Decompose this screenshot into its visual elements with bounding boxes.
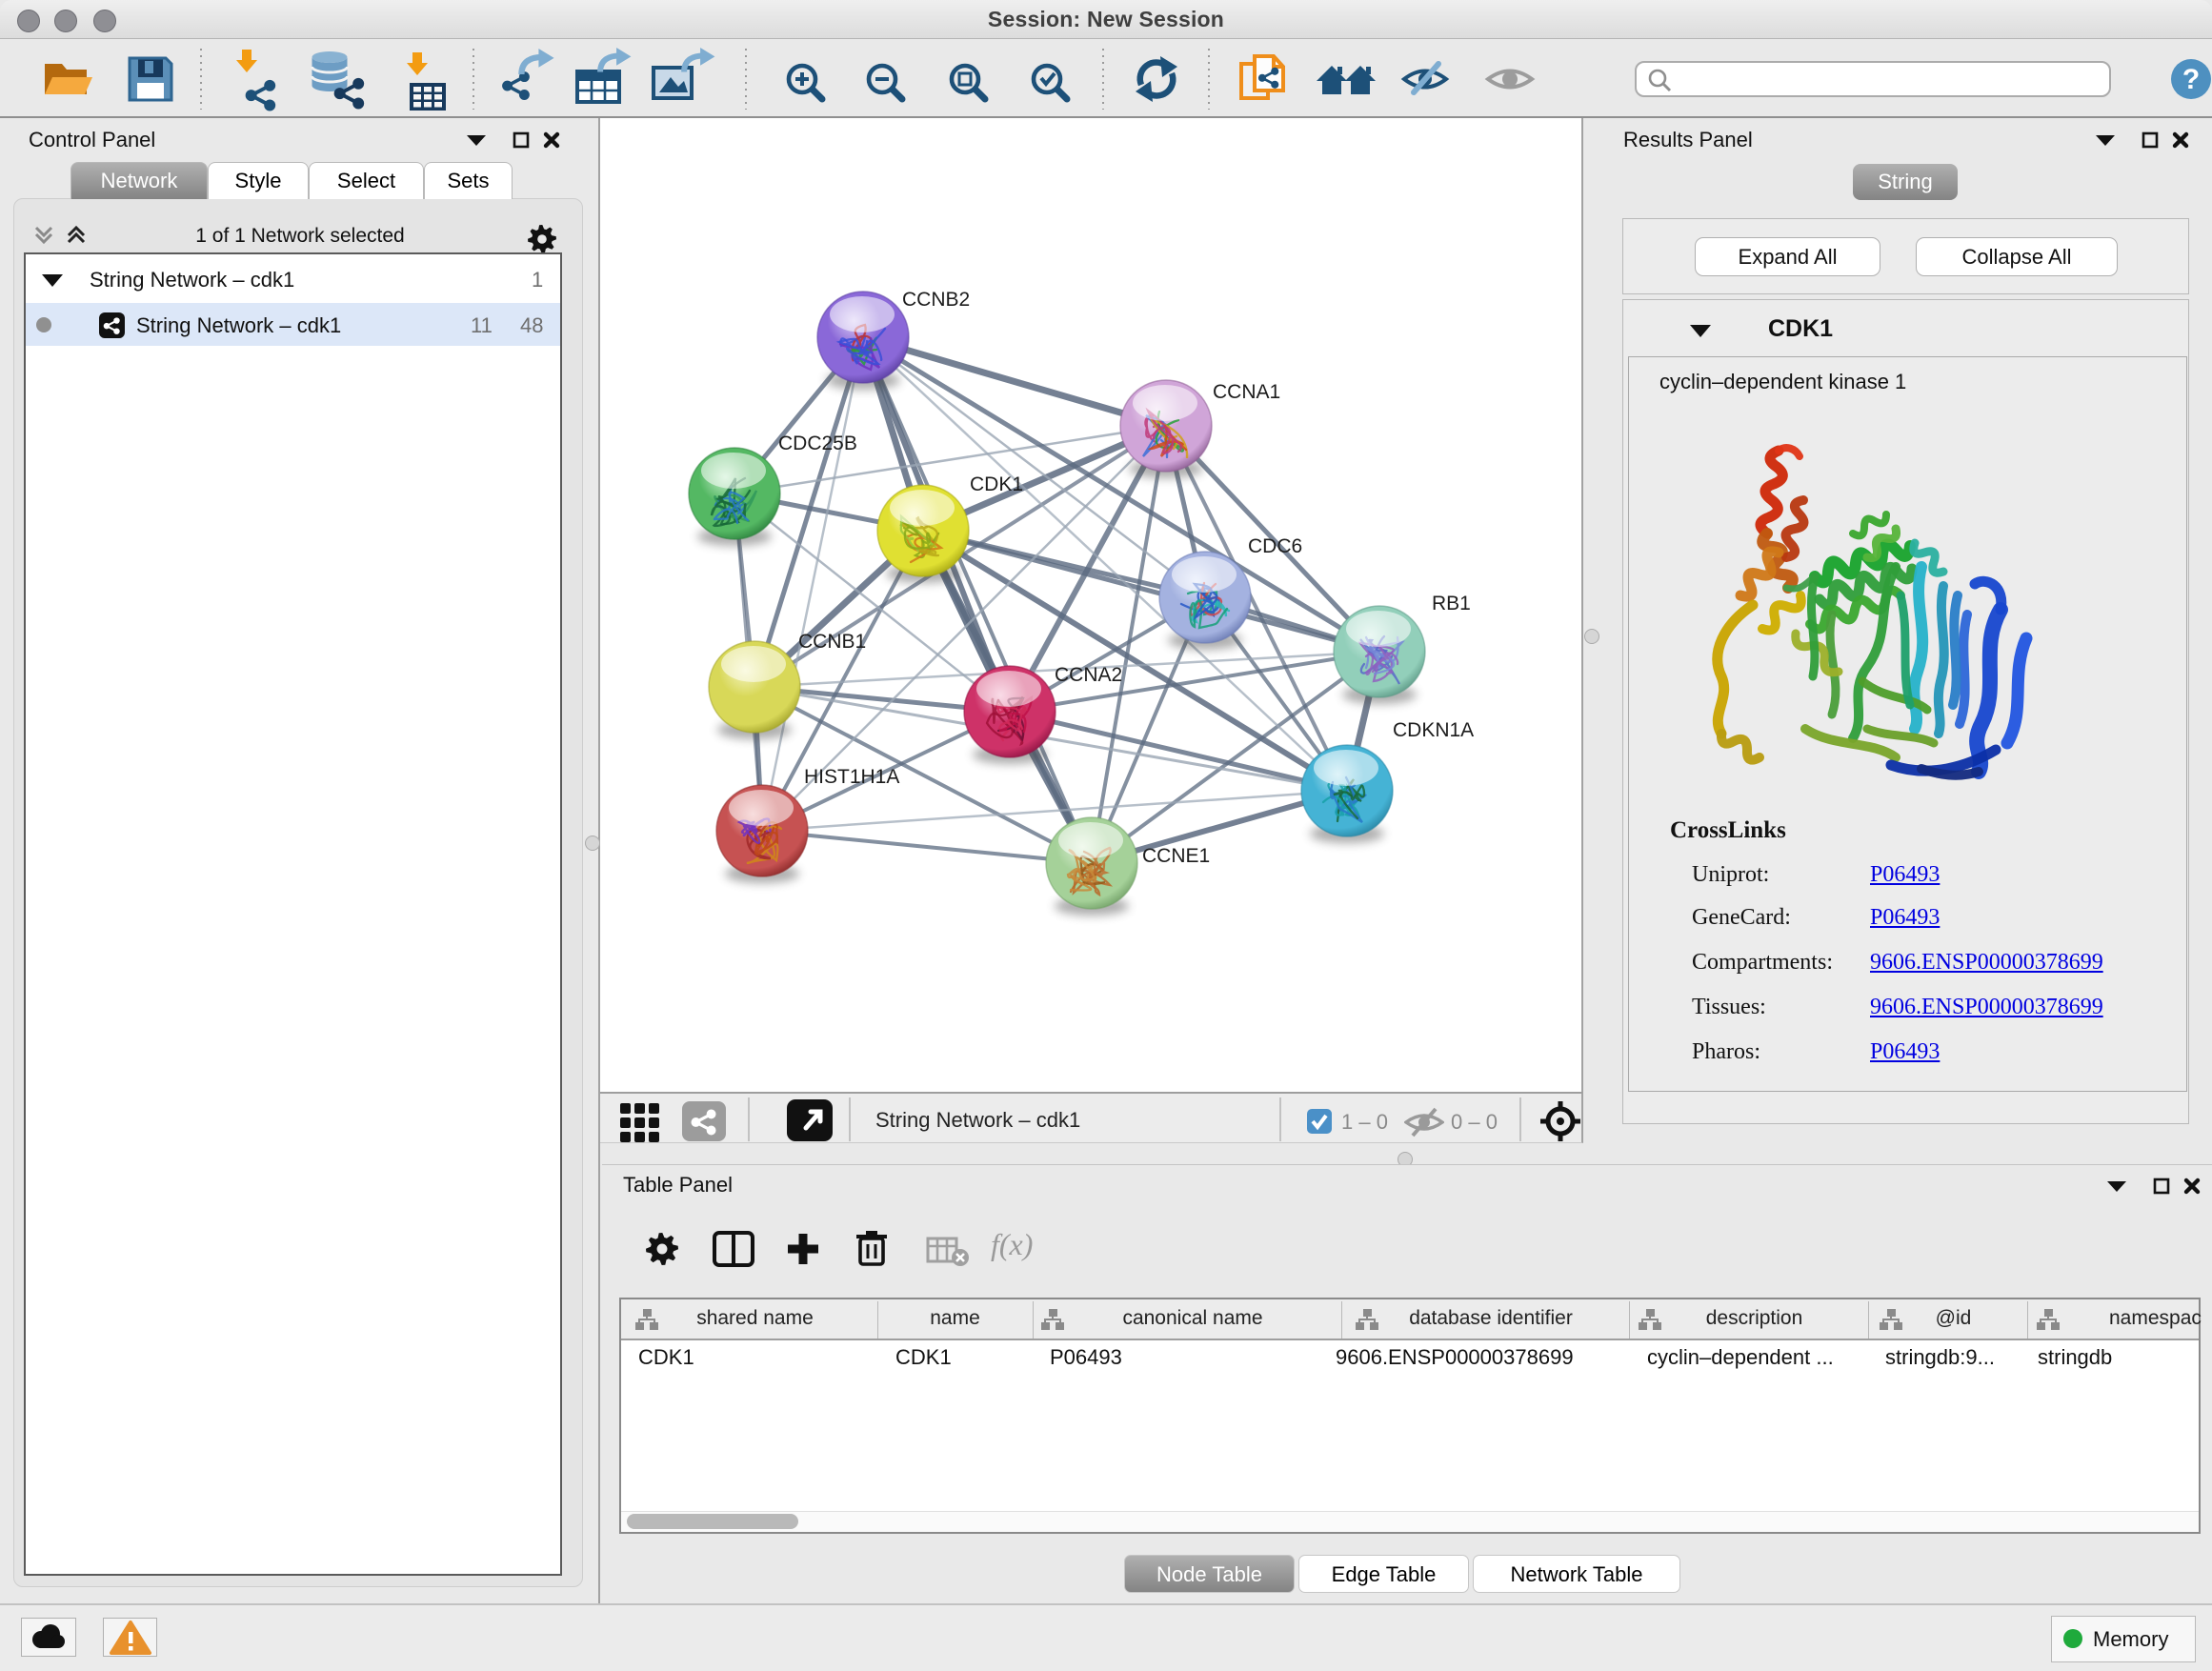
svg-text:?: ? bbox=[2182, 64, 2200, 95]
svg-text:CDC6: CDC6 bbox=[1248, 535, 1302, 557]
svg-text:CCNB1: CCNB1 bbox=[798, 631, 866, 653]
svg-text:HIST1H1A: HIST1H1A bbox=[804, 766, 899, 788]
svg-text:CCNA2: CCNA2 bbox=[1055, 664, 1122, 686]
svg-text:CCNB2: CCNB2 bbox=[902, 289, 970, 311]
svg-text:CDK1: CDK1 bbox=[970, 473, 1023, 495]
svg-text:CCNA1: CCNA1 bbox=[1213, 381, 1280, 403]
svg-text:RB1: RB1 bbox=[1432, 593, 1471, 614]
svg-text:CDKN1A: CDKN1A bbox=[1393, 719, 1474, 741]
svg-text:CDC25B: CDC25B bbox=[778, 433, 857, 454]
svg-text:CCNE1: CCNE1 bbox=[1142, 845, 1210, 867]
